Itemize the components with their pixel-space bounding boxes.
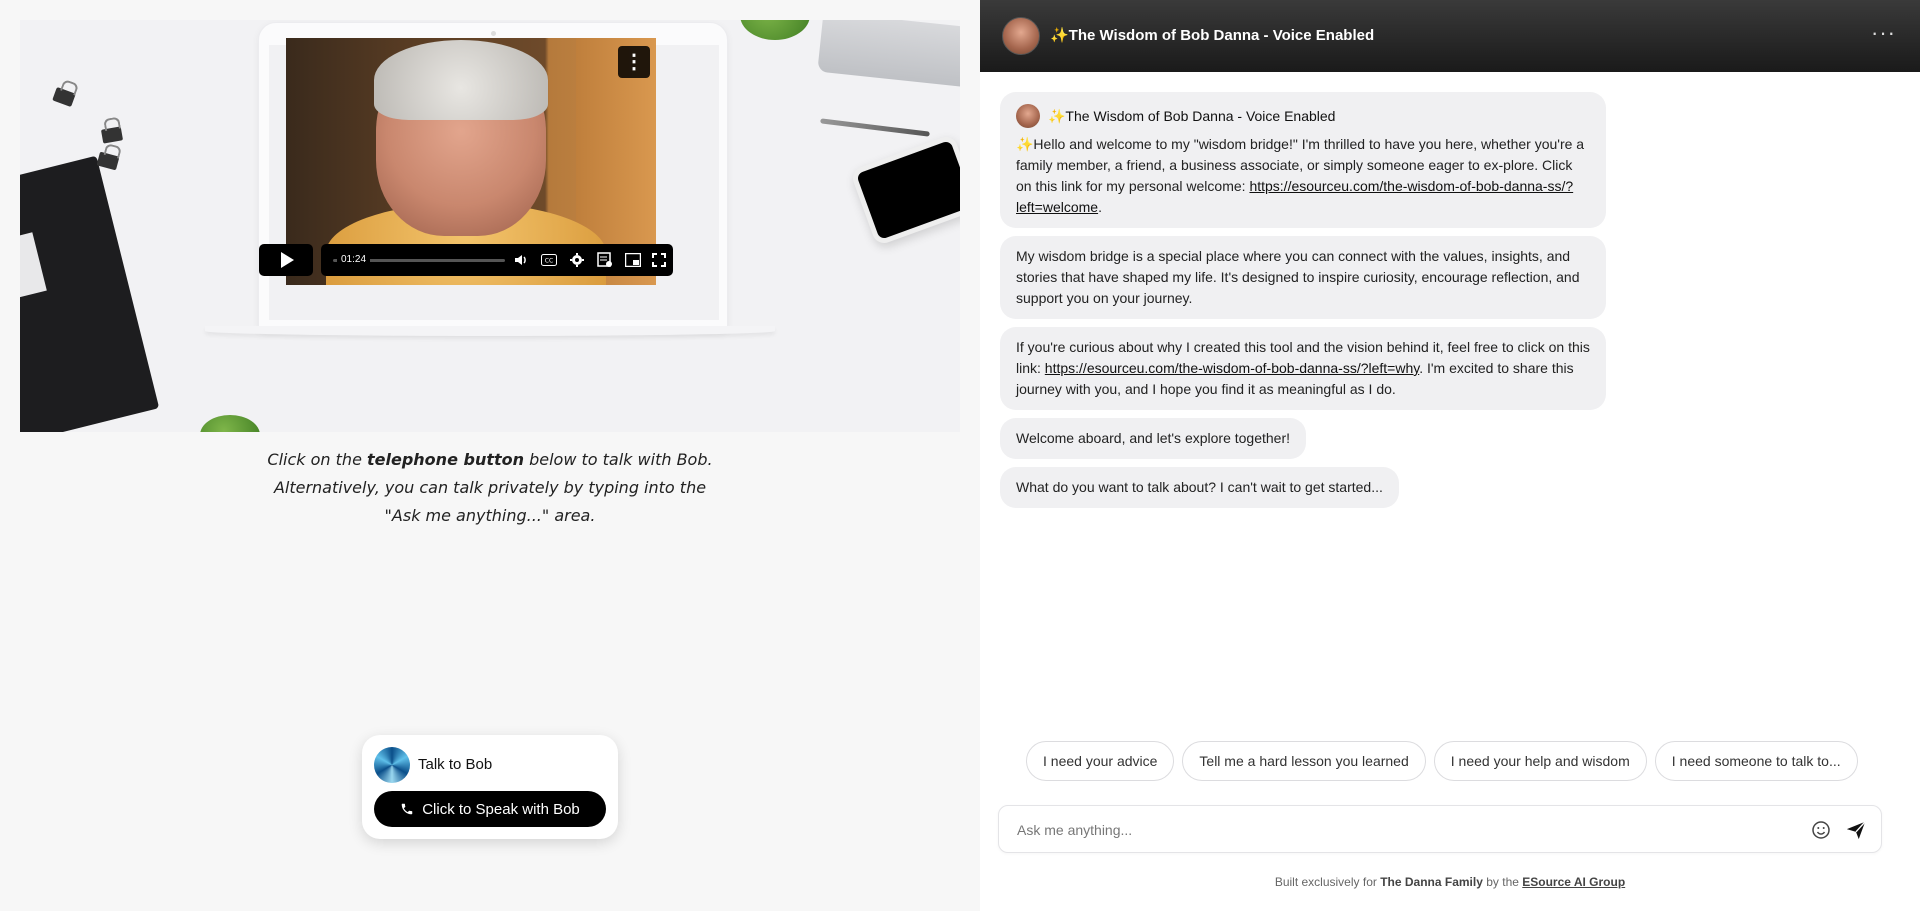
message-text-end: . — [1098, 199, 1102, 215]
volume-icon[interactable] — [511, 250, 531, 270]
fullscreen-icon[interactable] — [649, 250, 669, 270]
telephone-icon — [400, 802, 414, 816]
bob-mini-avatar — [1016, 104, 1040, 128]
video-controls: CC — [259, 244, 673, 276]
message-input[interactable] — [1017, 818, 1777, 842]
landing-pane: ⋮ CC 01:24 Click on the telephone button… — [0, 0, 980, 911]
video-time-tooltip: 01:24 — [337, 252, 371, 267]
black-notebook-decoration — [20, 155, 160, 432]
talk-instructions: Click on the telephone button below to t… — [240, 446, 740, 530]
play-icon — [281, 252, 294, 268]
suggestion-chip[interactable]: Tell me a hard lesson you learned — [1182, 741, 1426, 781]
message-sender: ✨The Wisdom of Bob Danna - Voice Enabled — [1016, 104, 1590, 128]
instructions-line3: "Ask me anything..." area. — [384, 506, 596, 525]
chat-footer: Built exclusively for The Danna Family b… — [980, 875, 1920, 889]
chat-title: ✨The Wisdom of Bob Danna - Voice Enabled — [1050, 27, 1375, 44]
video-frame-hair — [374, 40, 548, 120]
suggestion-chip[interactable]: I need your help and wisdom — [1433, 741, 1647, 781]
binder-clip-decoration — [96, 151, 120, 171]
message-sender-name: ✨The Wisdom of Bob Danna - Voice Enabled — [1048, 107, 1336, 124]
bob-avatar — [1002, 17, 1040, 55]
instructions-line1-suffix: below to talk with Bob. — [524, 450, 713, 469]
vertical-dots-icon[interactable]: ⋮ — [618, 46, 650, 78]
chat-message: Welcome aboard, and let's explore togeth… — [1000, 418, 1307, 459]
chat-message: What do you want to talk about? I can't … — [1000, 467, 1399, 508]
paper-plane-icon[interactable] — [1845, 819, 1867, 841]
instructions-line2: Alternatively, you can talk privately by… — [273, 478, 707, 497]
play-button[interactable] — [259, 244, 313, 276]
page: ⋮ CC 01:24 Click on the telephone button… — [0, 0, 1920, 911]
plant-decoration — [740, 20, 810, 40]
why-link[interactable]: https://esourceu.com/the-wisdom-of-bob-d… — [1045, 360, 1419, 376]
speak-button-label: Click to Speak with Bob — [422, 800, 580, 818]
message-list: ✨The Wisdom of Bob Danna - Voice Enabled… — [1000, 92, 1900, 516]
message-composer — [998, 805, 1882, 853]
suggestion-chip[interactable]: I need someone to talk to... — [1654, 741, 1858, 781]
footer-family: The Danna Family — [1380, 875, 1483, 889]
horizontal-dots-icon[interactable]: ··· — [1871, 22, 1896, 44]
chat-message: ✨The Wisdom of Bob Danna - Voice Enabled… — [1000, 92, 1606, 228]
chat-message: If you're curious about why I created th… — [1000, 327, 1606, 410]
instructions-line1-prefix: Click on the — [267, 450, 367, 469]
plant-decoration — [200, 415, 260, 432]
settings-icon[interactable] — [567, 250, 587, 270]
instructions-bold: telephone button — [367, 450, 525, 469]
phone-decoration — [849, 133, 960, 247]
captions-icon[interactable]: CC — [539, 250, 559, 270]
laptop-base — [205, 326, 775, 336]
webcam-dot — [491, 31, 496, 36]
binder-clip-decoration — [52, 87, 76, 107]
laptop-decoration — [817, 20, 960, 89]
voice-agent-avatar — [374, 747, 410, 783]
chat-pane: ✨The Wisdom of Bob Danna - Voice Enabled… — [980, 0, 1920, 911]
footer-prefix: Built exclusively for — [1274, 875, 1381, 889]
picture-in-picture-icon[interactable] — [623, 250, 643, 270]
voice-call-widget: Talk to Bob Click to Speak with Bob — [362, 735, 618, 839]
voice-widget-title: Talk to Bob — [418, 756, 493, 773]
smiley-icon[interactable] — [1811, 820, 1831, 840]
chat-message: My wisdom bridge is a special place wher… — [1000, 236, 1606, 319]
footer-middle: by the — [1482, 875, 1523, 889]
video-control-bar: CC — [321, 244, 673, 276]
esource-link[interactable]: ESource AI Group — [1522, 875, 1625, 889]
transcript-icon[interactable] — [595, 250, 615, 270]
suggestion-chip[interactable]: I need your advice — [1026, 741, 1175, 781]
suggestion-chips: I need your advice Tell me a hard lesson… — [1026, 741, 1858, 781]
pen-decoration — [820, 118, 930, 137]
binder-clip-decoration — [100, 126, 124, 144]
chat-header: ✨The Wisdom of Bob Danna - Voice Enabled… — [980, 0, 1920, 72]
svg-text:CC: CC — [545, 258, 553, 265]
speak-with-bob-button[interactable]: Click to Speak with Bob — [374, 791, 606, 827]
